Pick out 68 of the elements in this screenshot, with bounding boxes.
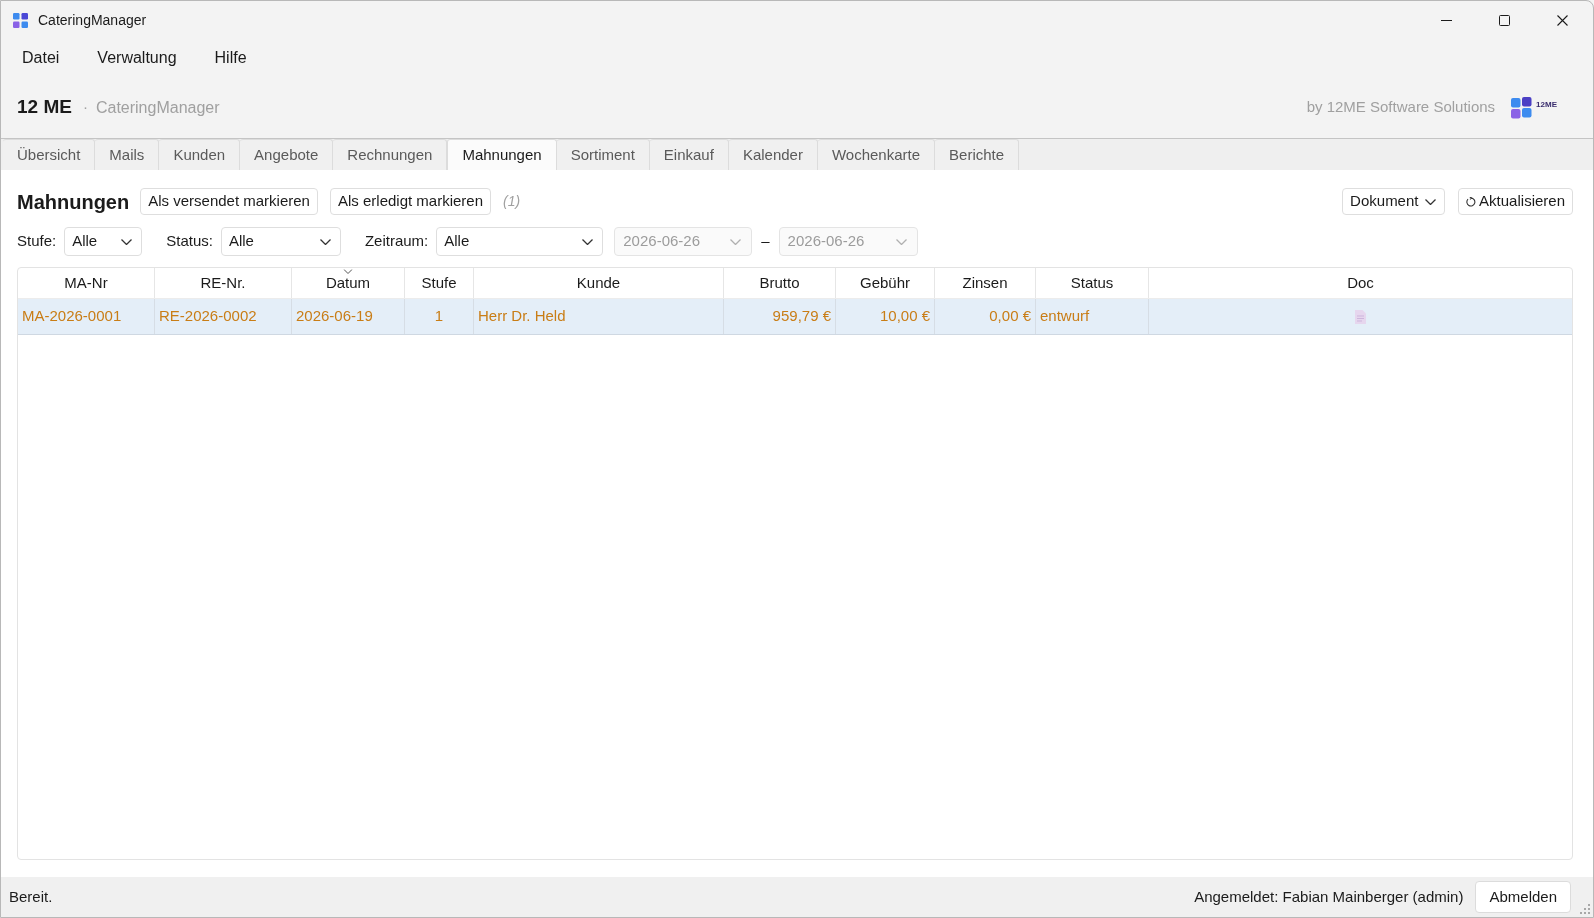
tab[interactable]: Kunden (159, 139, 241, 170)
selection-count: (1) (503, 192, 521, 211)
app-icon (13, 12, 28, 28)
table-cell: 959,79 € (724, 299, 836, 334)
window-title: CateringManager (38, 10, 147, 30)
column-header[interactable]: Datum (292, 268, 405, 298)
chevron-down-icon (1425, 198, 1437, 205)
column-header[interactable]: Gebühr (836, 268, 935, 298)
tab[interactable]: Kalender (728, 139, 818, 170)
filter-label: Stufe: (17, 231, 57, 252)
tab[interactable]: Sortiment (556, 139, 650, 170)
logout-button[interactable]: Abmelden (1475, 881, 1571, 913)
separator-dot: · (82, 97, 88, 118)
column-header[interactable]: Doc (1149, 268, 1572, 298)
column-header[interactable]: Stufe (405, 268, 474, 298)
dropdown[interactable]: Alle (436, 227, 604, 256)
tab[interactable]: Rechnungen (333, 139, 448, 170)
filter-label: Zeitraum: (364, 231, 429, 252)
tab[interactable]: Übersicht (3, 139, 96, 170)
resize-grip-icon (1580, 904, 1590, 914)
logo-icon (1511, 96, 1534, 119)
table-cell: RE-2026-0002 (155, 299, 292, 334)
table-cell: 1 (405, 299, 474, 334)
brand-name: 12 ME (17, 95, 72, 120)
refresh-button[interactable]: Aktualisieren (1458, 188, 1573, 215)
chevron-down-icon (895, 238, 907, 245)
table-cell: MA-2026-0001 (18, 299, 155, 334)
table-cell: 0,00 € (935, 299, 1036, 334)
action-button[interactable]: Als versendet markieren (140, 188, 318, 215)
table-cell: Herr Dr. Held (474, 299, 724, 334)
column-header[interactable]: RE-Nr. (155, 268, 292, 298)
tab[interactable]: Angebote (240, 139, 334, 170)
menu-item[interactable]: Hilfe (206, 43, 255, 73)
filter-label: Status: (166, 231, 213, 252)
maximize-icon (1498, 14, 1510, 26)
vendor-text: by 12ME Software Solutions (1306, 97, 1496, 118)
dropdown[interactable]: Dokument (1342, 188, 1446, 215)
app-name: CateringManager (95, 97, 220, 118)
dropdown[interactable]: Alle (220, 227, 341, 256)
tab[interactable]: Mahnungen (447, 139, 557, 170)
chevron-down-icon (319, 238, 331, 245)
column-header[interactable]: Kunde (474, 268, 724, 298)
logo-text: 12ME (1536, 100, 1557, 109)
close-icon (1556, 14, 1568, 26)
page-title: Mahnungen (17, 189, 130, 215)
tab[interactable]: Einkauf (649, 139, 729, 170)
chevron-down-icon (582, 238, 594, 245)
menu-item[interactable]: Verwaltung (89, 43, 185, 73)
tab[interactable]: Berichte (935, 139, 1020, 170)
menu-item[interactable]: Datei (14, 43, 68, 73)
dropdown[interactable]: Alle (64, 227, 143, 256)
action-button[interactable]: Als erledigt markieren (329, 188, 491, 215)
tab[interactable]: Mails (95, 139, 160, 170)
table-cell: entwurf (1036, 299, 1149, 334)
table-cell: 2026-06-19 (292, 299, 405, 334)
table-cell: 10,00 € (836, 299, 935, 334)
logged-in-user: Angemeldet: Fabian Mainberger (admin) (1194, 886, 1464, 907)
status-message: Bereit. (9, 886, 53, 907)
column-header[interactable]: Zinsen (935, 268, 1036, 298)
column-header[interactable]: MA-Nr (18, 268, 155, 298)
chevron-down-icon (121, 238, 133, 245)
minimize-icon (1440, 19, 1452, 21)
range-separator: – (761, 231, 770, 252)
column-header[interactable]: Status (1036, 268, 1149, 298)
tab[interactable]: Wochenkarte (817, 139, 936, 170)
chevron-down-icon (730, 238, 742, 245)
refresh-icon (1466, 196, 1477, 207)
column-header[interactable]: Brutto (724, 268, 836, 298)
